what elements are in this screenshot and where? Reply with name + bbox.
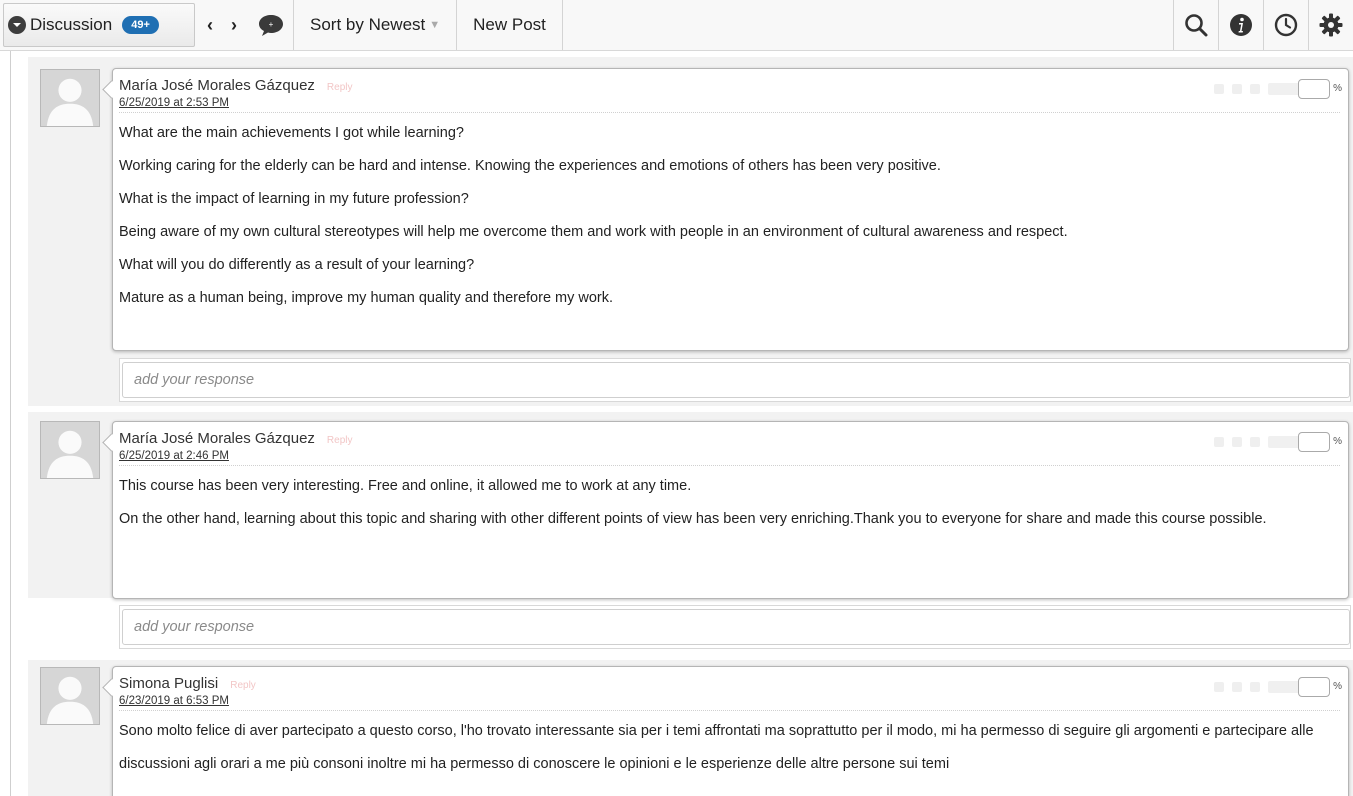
percent-sign: % <box>1333 83 1342 94</box>
post-paragraph: Being aware of my own cultural stereotyp… <box>119 224 1068 240</box>
svg-text:+: + <box>269 20 274 29</box>
post-navigation: ‹ › <box>195 0 249 50</box>
chat-bubble-icon: + <box>259 15 283 36</box>
thread-line <box>10 51 11 796</box>
sort-label: Sort by Newest <box>310 15 426 34</box>
discussion-toggle-icon <box>8 16 26 34</box>
post-card: María José Morales Gázquez Reply 6/25/201… <box>112 68 1349 351</box>
search-icon <box>1185 14 1208 37</box>
avatar[interactable] <box>40 421 100 479</box>
flag-icon[interactable] <box>1214 84 1224 94</box>
flag-icon[interactable] <box>1214 682 1224 692</box>
post-author[interactable]: María José Morales Gázquez <box>119 430 315 447</box>
chevron-down-icon: ▼ <box>429 19 441 31</box>
post-author[interactable]: Simona Puglisi <box>119 675 218 692</box>
post-paragraph: Mature as a human being, improve my huma… <box>119 290 614 306</box>
reply-link[interactable]: Reply <box>327 435 353 446</box>
avatar[interactable] <box>40 69 100 127</box>
post-timestamp[interactable]: 6/25/2019 at 2:53 PM <box>119 97 1340 113</box>
post-paragraph: On the other hand, learning about this t… <box>119 511 1267 527</box>
post-timestamp[interactable]: 6/23/2019 at 6:53 PM <box>119 695 1340 711</box>
delete-icon[interactable] <box>1250 437 1260 447</box>
delete-icon[interactable] <box>1250 682 1260 692</box>
info-button[interactable] <box>1218 0 1263 50</box>
sort-dropdown[interactable]: Sort by Newest ▼ <box>294 0 456 50</box>
prev-post-button[interactable]: ‹ <box>203 15 217 36</box>
new-post-label: New Post <box>473 15 546 34</box>
reply-link[interactable]: Reply <box>230 680 256 691</box>
reply-link[interactable]: Reply <box>327 82 353 93</box>
post-paragraph: This course has been very interesting. F… <box>119 478 692 494</box>
post-tools <box>1214 436 1302 448</box>
new-post-button[interactable]: New Post <box>457 0 562 50</box>
history-button[interactable] <box>1263 0 1308 50</box>
edit-icon[interactable] <box>1232 682 1242 692</box>
discussion-toolbar: Discussion 49+ ‹ › + Sort by Newest ▼ Ne… <box>0 0 1353 51</box>
flag-icon[interactable] <box>1214 437 1224 447</box>
next-post-button[interactable]: › <box>227 15 241 36</box>
post-body: Sono molto felice di aver partecipato a … <box>119 715 1340 781</box>
post-author[interactable]: María José Morales Gázquez <box>119 77 315 94</box>
search-button[interactable] <box>1173 0 1218 50</box>
post-paragraph: Sono molto felice di aver partecipato a … <box>119 723 1314 772</box>
post-body: What are the main achievements I got whi… <box>119 117 1340 315</box>
grade-field[interactable] <box>1268 83 1302 95</box>
info-icon <box>1230 14 1252 36</box>
post-tools <box>1214 681 1302 693</box>
post-paragraph: Working caring for the elderly can be ha… <box>119 158 941 174</box>
edit-icon[interactable] <box>1232 437 1242 447</box>
discussion-label: Discussion <box>30 15 113 34</box>
post-paragraph: What will you do differently as a result… <box>119 257 475 273</box>
discussion-toggle-button[interactable]: Discussion 49+ <box>3 3 195 47</box>
grade-field[interactable] <box>1268 681 1302 693</box>
response-input[interactable]: add your response <box>122 609 1350 645</box>
grade-percent-input[interactable] <box>1298 677 1330 697</box>
response-input[interactable]: add your response <box>122 362 1350 398</box>
grade-field[interactable] <box>1268 436 1302 448</box>
post-card: María José Morales Gázquez Reply 6/25/201… <box>112 421 1349 599</box>
settings-button[interactable] <box>1308 0 1353 50</box>
avatar[interactable] <box>40 667 100 725</box>
post-item: María José Morales Gázquez Reply 6/25/201… <box>28 57 1353 406</box>
grade-percent-input[interactable] <box>1298 432 1330 452</box>
post-item: María José Morales Gázquez Reply 6/25/201… <box>28 412 1353 599</box>
post-body: This course has been very interesting. F… <box>119 470 1340 536</box>
gear-icon <box>1319 13 1343 37</box>
post-paragraph: What is the impact of learning in my fut… <box>119 191 469 207</box>
post-timestamp[interactable]: 6/25/2019 at 2:46 PM <box>119 450 1340 466</box>
clock-icon <box>1274 13 1298 37</box>
chat-button[interactable]: + <box>249 0 293 50</box>
edit-icon[interactable] <box>1232 84 1242 94</box>
percent-sign: % <box>1333 681 1342 692</box>
post-count-badge: 49+ <box>122 16 159 34</box>
grade-percent-input[interactable] <box>1298 79 1330 99</box>
post-tools <box>1214 83 1302 95</box>
post-item: Simona Puglisi Reply 6/23/2019 at 6:53 PM… <box>28 660 1353 796</box>
percent-sign: % <box>1333 436 1342 447</box>
post-card: Simona Puglisi Reply 6/23/2019 at 6:53 PM… <box>112 666 1349 796</box>
delete-icon[interactable] <box>1250 84 1260 94</box>
post-paragraph: What are the main achievements I got whi… <box>119 125 464 141</box>
